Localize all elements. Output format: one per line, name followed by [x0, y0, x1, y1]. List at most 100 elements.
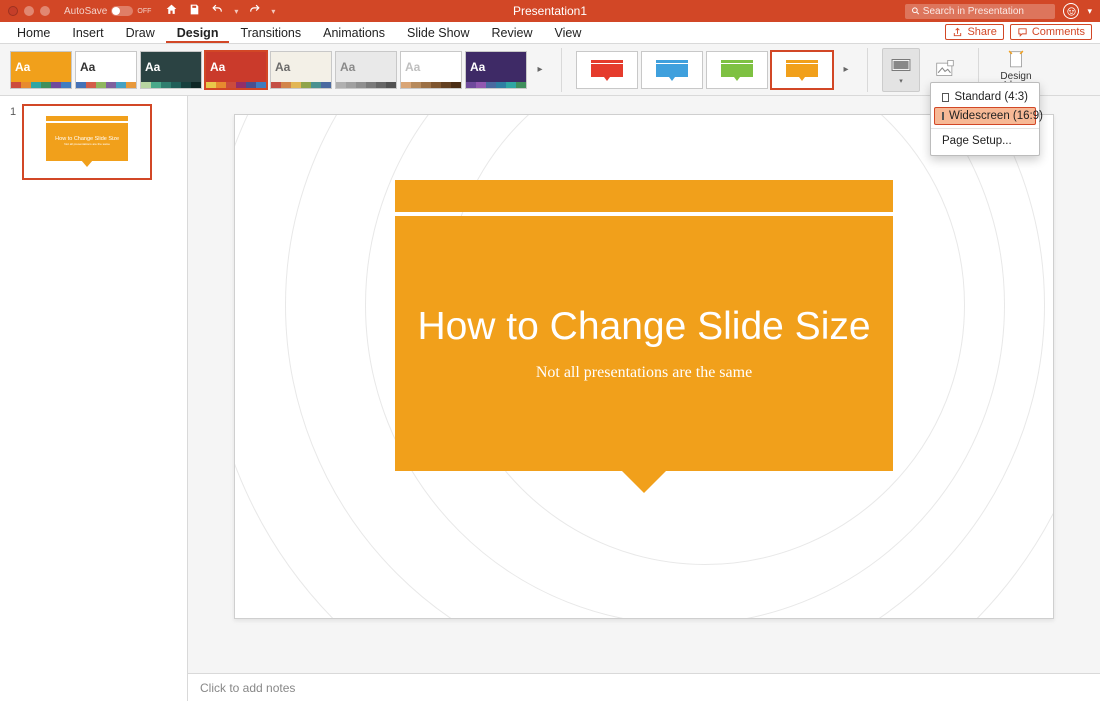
thumb-subtitle: Not all presentations are the same: [64, 142, 110, 146]
slide-size-menu: Standard (4:3) Widescreen (16:9) Page Se…: [930, 82, 1040, 156]
theme-color-strip: [206, 82, 266, 88]
variants-gallery: [576, 51, 833, 89]
aspect-16-9-icon: [942, 112, 944, 120]
comment-icon: [1017, 27, 1028, 38]
slide-thumbnail[interactable]: How to Change Slide Size Not all present…: [22, 104, 152, 180]
qat-customize-icon[interactable]: ▾: [271, 7, 275, 16]
design-ribbon: AaAaAaAaAaAaAaAa ▸ ▸ ▾ Design Ideas Stan…: [0, 44, 1100, 96]
minimize-window-button[interactable]: [24, 6, 34, 16]
notes-placeholder: Click to add notes: [200, 681, 295, 695]
ribbon-separator: [867, 48, 868, 92]
undo-icon[interactable]: [211, 3, 224, 19]
notes-pane[interactable]: Click to add notes: [188, 673, 1100, 701]
variant-shape: [586, 59, 628, 81]
theme-preview: Aa: [401, 52, 461, 82]
comments-label: Comments: [1032, 26, 1085, 38]
aspect-4-3-icon: [942, 93, 949, 102]
tab-insert[interactable]: Insert: [61, 26, 114, 43]
theme-preview: Aa: [271, 52, 331, 82]
slide-size-standard[interactable]: Standard (4:3): [934, 88, 1036, 106]
home-icon[interactable]: [165, 3, 178, 19]
slide-number: 1: [10, 104, 16, 180]
tab-draw[interactable]: Draw: [115, 26, 166, 43]
search-input[interactable]: [921, 5, 1050, 18]
theme-color-strip: [466, 82, 526, 88]
variant-thumb-1[interactable]: [641, 51, 703, 89]
tab-design[interactable]: Design: [166, 26, 230, 43]
theme-color-strip: [76, 82, 136, 88]
theme-thumb-7[interactable]: Aa: [465, 51, 527, 89]
slide-subtitle[interactable]: Not all presentations are the same: [536, 365, 752, 381]
format-background-icon: [934, 59, 956, 81]
ribbon-tabs: Home Insert Draw Design Transitions Anim…: [0, 22, 1100, 44]
comments-button[interactable]: Comments: [1010, 24, 1092, 40]
redo-icon[interactable]: [248, 3, 261, 19]
more-themes-button[interactable]: ▸: [533, 64, 547, 75]
variant-shape: [716, 59, 758, 81]
variant-thumb-2[interactable]: [706, 51, 768, 89]
window-controls: [0, 6, 50, 16]
autosave-toggle[interactable]: AutoSave OFF: [64, 6, 151, 17]
theme-color-strip: [271, 82, 331, 88]
theme-thumb-3[interactable]: Aa: [205, 51, 267, 89]
share-label: Share: [967, 26, 996, 38]
theme-thumb-6[interactable]: Aa: [400, 51, 462, 89]
slide-thumbnail-row[interactable]: 1 How to Change Slide Size Not all prese…: [10, 104, 177, 180]
slide-size-icon: [890, 54, 912, 76]
theme-preview: Aa: [76, 52, 136, 82]
theme-color-strip: [336, 82, 396, 88]
theme-thumb-5[interactable]: Aa: [335, 51, 397, 89]
variant-thumb-3[interactable]: [771, 51, 833, 89]
theme-thumb-0[interactable]: Aa: [10, 51, 72, 89]
autosave-switch[interactable]: [111, 6, 133, 16]
share-icon: [952, 27, 963, 38]
share-button[interactable]: Share: [945, 24, 1003, 40]
zoom-window-button[interactable]: [40, 6, 50, 16]
slide[interactable]: How to Change Slide Size Not all present…: [234, 114, 1054, 619]
theme-thumb-1[interactable]: Aa: [75, 51, 137, 89]
slide-panel: 1 How to Change Slide Size Not all prese…: [0, 96, 188, 701]
ribbon-separator: [561, 48, 562, 92]
theme-color-strip: [401, 82, 461, 88]
variant-shape: [781, 59, 823, 81]
chevron-down-icon: ▾: [899, 77, 903, 85]
theme-preview: Aa: [466, 52, 526, 82]
title-bar: AutoSave OFF ▾ ▾ Presentation1 ▾: [0, 0, 1100, 22]
save-icon[interactable]: [188, 3, 201, 19]
variant-thumb-0[interactable]: [576, 51, 638, 89]
autosave-state: OFF: [137, 8, 151, 15]
theme-preview: Aa: [336, 52, 396, 82]
variant-shape: [651, 59, 693, 81]
menu-separator: [931, 128, 1039, 129]
tab-animations[interactable]: Animations: [312, 26, 396, 43]
theme-color-strip: [141, 82, 201, 88]
title-bar-shape: [395, 180, 893, 212]
slide-title[interactable]: How to Change Slide Size: [417, 306, 870, 349]
search-box[interactable]: [905, 4, 1055, 19]
tab-view[interactable]: View: [544, 26, 593, 43]
title-callout-shape[interactable]: How to Change Slide Size Not all present…: [395, 216, 893, 471]
close-window-button[interactable]: [8, 6, 18, 16]
theme-thumb-4[interactable]: Aa: [270, 51, 332, 89]
slide-size-page-setup[interactable]: Page Setup...: [934, 132, 1036, 150]
slide-size-button[interactable]: ▾: [882, 48, 920, 92]
main-area: 1 How to Change Slide Size Not all prese…: [0, 96, 1100, 701]
tab-home[interactable]: Home: [6, 26, 61, 43]
tab-review[interactable]: Review: [481, 26, 544, 43]
more-variants-button[interactable]: ▸: [839, 64, 853, 75]
theme-thumb-2[interactable]: Aa: [140, 51, 202, 89]
theme-preview: Aa: [141, 52, 201, 82]
themes-gallery: AaAaAaAaAaAaAaAa: [10, 51, 527, 89]
theme-color-strip: [11, 82, 71, 88]
account-chevron-icon[interactable]: ▾: [1087, 6, 1092, 17]
slide-canvas[interactable]: How to Change Slide Size Not all present…: [188, 96, 1100, 673]
tab-slideshow[interactable]: Slide Show: [396, 26, 481, 43]
undo-dropdown-icon[interactable]: ▾: [234, 7, 238, 16]
account-icon: [1067, 7, 1076, 16]
tab-transitions[interactable]: Transitions: [229, 26, 312, 43]
account-button[interactable]: [1063, 3, 1079, 19]
slide-size-widescreen[interactable]: Widescreen (16:9): [934, 107, 1036, 125]
editor-area: How to Change Slide Size Not all present…: [188, 96, 1100, 701]
theme-preview: Aa: [11, 52, 71, 82]
design-ideas-icon: [1005, 49, 1027, 71]
